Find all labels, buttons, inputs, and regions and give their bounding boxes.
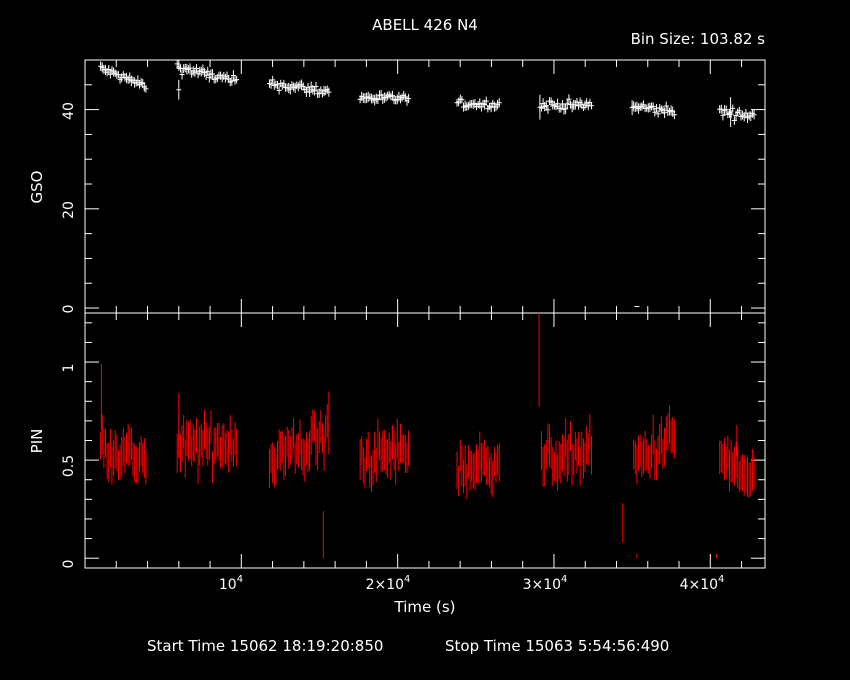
x-tick-label: 3×104	[523, 574, 568, 593]
x-axis-label: Time (s)	[394, 598, 456, 616]
lightcurve-svg: ABELL 426 N4 Bin Size: 103.82 s 0 20 40 …	[0, 0, 850, 680]
gso-y-tick-label: 20	[61, 201, 77, 219]
pin-y-tick-label: 0.5	[61, 455, 77, 477]
stop-time-label: Stop Time 15063 5:54:56:490	[445, 637, 669, 655]
bin-size-label: Bin Size: 103.82 s	[631, 30, 766, 48]
gso-y-axis-label: GSO	[28, 171, 46, 204]
x-tick-label: 4×104	[680, 574, 725, 593]
gso-y-tick-label: 0	[61, 305, 77, 314]
chart-title: ABELL 426 N4	[372, 16, 478, 34]
pin-y-tick-label: 0	[61, 560, 77, 569]
pin-y-axis-label: PIN	[28, 429, 46, 454]
x-tick-label: 2×104	[366, 574, 411, 593]
pin-y-tick-label: 1	[61, 364, 77, 373]
gso-y-tick-label: 40	[61, 102, 77, 120]
lightcurve-figure: ABELL 426 N4 Bin Size: 103.82 s 0 20 40 …	[0, 0, 850, 680]
start-time-label: Start Time 15062 18:19:20:850	[147, 637, 383, 655]
